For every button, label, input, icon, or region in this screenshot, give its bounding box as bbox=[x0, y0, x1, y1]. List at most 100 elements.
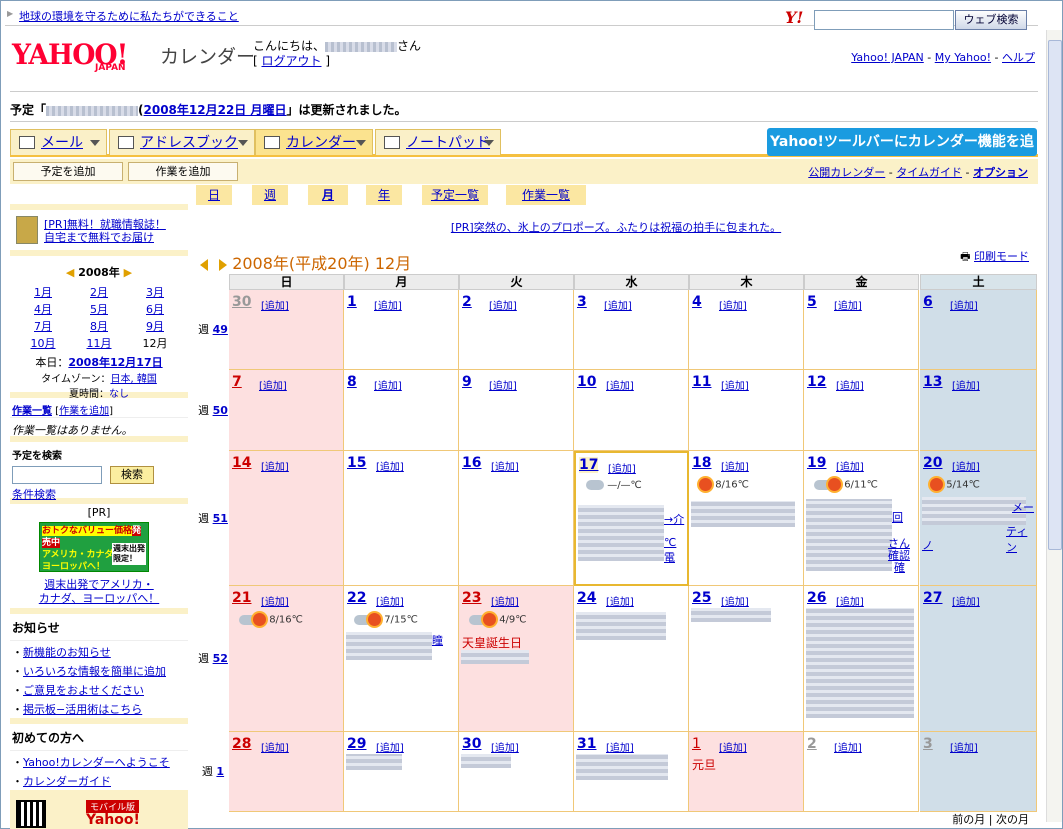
day-number[interactable]: 5 bbox=[807, 294, 817, 310]
mini-month-11[interactable]: 11月 bbox=[71, 335, 127, 351]
tab-calendar[interactable]: カレンダー bbox=[255, 129, 373, 155]
add-event-link[interactable]: [追加] bbox=[606, 377, 634, 392]
day-number[interactable]: 27 bbox=[923, 590, 942, 606]
event-redacted[interactable] bbox=[461, 650, 529, 664]
day-number[interactable]: 24 bbox=[577, 590, 596, 606]
day-number[interactable]: 3 bbox=[577, 294, 587, 310]
day-number[interactable]: 1 bbox=[347, 294, 357, 310]
event-redacted[interactable] bbox=[576, 754, 668, 780]
add-event-link[interactable]: [追加] bbox=[374, 377, 402, 392]
day-number[interactable]: 7 bbox=[232, 374, 242, 390]
event-link[interactable]: 確 bbox=[894, 559, 905, 575]
day-cell[interactable]: 7 [追加] bbox=[229, 370, 344, 451]
add-event-button[interactable]: 予定を追加 bbox=[13, 162, 123, 181]
event-redacted[interactable] bbox=[691, 608, 771, 622]
week-link[interactable]: 52 bbox=[213, 652, 228, 665]
day-cell[interactable]: 8 [追加] bbox=[344, 370, 459, 451]
day-cell[interactable]: 23 [追加] 4/9℃ 天皇誕生日 bbox=[459, 586, 574, 732]
event-link[interactable]: ティン bbox=[1006, 523, 1036, 555]
day-cell[interactable]: 27 [追加] bbox=[920, 586, 1037, 732]
ad-banner[interactable]: おトクなバリュー価格発売中 アメリカ・カナダ・ ヨーロッパへ！ 週末出発 限定！ bbox=[39, 522, 149, 572]
add-event-link[interactable]: [追加] bbox=[952, 377, 980, 392]
day-number[interactable]: 30 bbox=[232, 294, 251, 310]
day-number[interactable]: 15 bbox=[347, 455, 366, 471]
month-nav-footer[interactable]: 前の月 | 次の月 bbox=[952, 811, 1029, 827]
add-event-link[interactable]: [追加] bbox=[719, 297, 747, 312]
mini-month-6[interactable]: 6月 bbox=[127, 301, 183, 317]
event-link[interactable]: ノ bbox=[922, 537, 933, 553]
link-help[interactable]: ヘルプ bbox=[1002, 51, 1035, 64]
day-cell[interactable]: 28 [追加] bbox=[229, 732, 344, 812]
advanced-search-link[interactable]: 条件検索 bbox=[12, 486, 56, 502]
mini-month-8[interactable]: 8月 bbox=[71, 318, 127, 334]
day-number[interactable]: 2 bbox=[807, 736, 817, 752]
event-redacted[interactable] bbox=[806, 499, 892, 571]
chevron-down-icon[interactable] bbox=[238, 140, 248, 151]
day-number[interactable]: 28 bbox=[232, 736, 251, 752]
day-cell[interactable]: 5 [追加] bbox=[804, 290, 919, 370]
day-number[interactable]: 9 bbox=[462, 374, 472, 390]
week-link[interactable]: 51 bbox=[213, 512, 228, 525]
prev-month-icon[interactable] bbox=[200, 258, 208, 271]
day-number[interactable]: 13 bbox=[923, 374, 942, 390]
day-number[interactable]: 17 bbox=[579, 457, 599, 473]
add-event-link[interactable]: [追加] bbox=[836, 593, 864, 608]
tab-week[interactable]: 週 bbox=[252, 185, 288, 205]
qr-code[interactable] bbox=[16, 800, 46, 828]
event-redacted[interactable] bbox=[461, 754, 511, 768]
news-link[interactable]: ご意見をおよせください bbox=[23, 684, 144, 697]
day-cell[interactable]: 15 [追加] bbox=[344, 451, 459, 586]
mini-month-5[interactable]: 5月 bbox=[71, 301, 127, 317]
day-cell[interactable]: 19 [追加] 6/11℃ 回さん 確認確 bbox=[804, 451, 919, 586]
week-link[interactable]: 50 bbox=[213, 404, 228, 417]
tz-link[interactable]: 日本, 韓国 bbox=[110, 374, 156, 385]
tab-year[interactable]: 年 bbox=[366, 185, 402, 205]
day-number[interactable]: 11 bbox=[692, 374, 711, 390]
day-cell[interactable]: 10 [追加] bbox=[574, 370, 689, 451]
next-year-icon[interactable]: ▶ bbox=[124, 266, 132, 279]
day-number[interactable]: 22 bbox=[347, 590, 366, 606]
day-cell[interactable]: 29 [追加] bbox=[344, 732, 459, 812]
day-cell[interactable]: 6 [追加] bbox=[920, 290, 1037, 370]
add-event-link[interactable]: [追加] bbox=[604, 297, 632, 312]
day-cell[interactable]: 25 [追加] bbox=[689, 586, 804, 732]
add-task-button[interactable]: 作業を追加 bbox=[128, 162, 238, 181]
add-event-link[interactable]: [追加] bbox=[491, 458, 519, 473]
first-link[interactable]: Yahoo!カレンダーへようこそ bbox=[23, 756, 170, 769]
event-redacted[interactable] bbox=[578, 505, 664, 561]
day-cell[interactable]: 11 [追加] bbox=[689, 370, 804, 451]
mini-month-4[interactable]: 4月 bbox=[15, 301, 71, 317]
link-my-yahoo[interactable]: My Yahoo! bbox=[935, 51, 991, 64]
event-redacted[interactable] bbox=[346, 632, 432, 660]
day-cell[interactable]: 2 [追加] bbox=[459, 290, 574, 370]
mini-month-12[interactable]: 12月 bbox=[127, 335, 183, 351]
mini-month-9[interactable]: 9月 bbox=[127, 318, 183, 334]
day-number[interactable]: 1 bbox=[692, 736, 701, 752]
event-link[interactable]: メー bbox=[1012, 499, 1034, 515]
add-event-link[interactable]: [追加] bbox=[608, 460, 636, 475]
notice-date-link[interactable]: 2008年12月22日 月曜日 bbox=[144, 103, 287, 117]
add-event-link[interactable]: [追加] bbox=[950, 297, 978, 312]
news-link[interactable]: いろいろな情報を簡単に追加 bbox=[23, 665, 166, 678]
pr-image[interactable] bbox=[16, 216, 38, 244]
event-search-input[interactable] bbox=[12, 466, 102, 484]
scrollbar[interactable] bbox=[1046, 30, 1062, 822]
event-redacted[interactable] bbox=[576, 612, 666, 640]
day-cell[interactable]: 1 [追加] 元旦 bbox=[689, 732, 804, 812]
event-link[interactable]: →介 bbox=[664, 511, 684, 527]
mini-month-7[interactable]: 7月 bbox=[15, 318, 71, 334]
chevron-down-icon[interactable] bbox=[484, 140, 494, 151]
day-number[interactable]: 20 bbox=[923, 455, 942, 471]
tab-mail[interactable]: メール bbox=[10, 129, 107, 155]
tab-day[interactable]: 日 bbox=[196, 185, 232, 205]
event-redacted[interactable] bbox=[346, 754, 402, 770]
event-link[interactable]: 回 bbox=[892, 509, 903, 525]
next-month-icon[interactable] bbox=[219, 258, 228, 271]
add-event-link[interactable]: [追加] bbox=[834, 739, 862, 754]
event-link[interactable]: 瞳 bbox=[432, 632, 443, 648]
event-link[interactable]: ℃電 bbox=[664, 536, 687, 565]
add-event-link[interactable]: [追加] bbox=[491, 593, 519, 608]
logout-link[interactable]: ログアウト bbox=[262, 54, 322, 68]
day-number[interactable]: 6 bbox=[923, 294, 933, 310]
mobile-logo[interactable]: Yahoo! bbox=[86, 812, 140, 828]
